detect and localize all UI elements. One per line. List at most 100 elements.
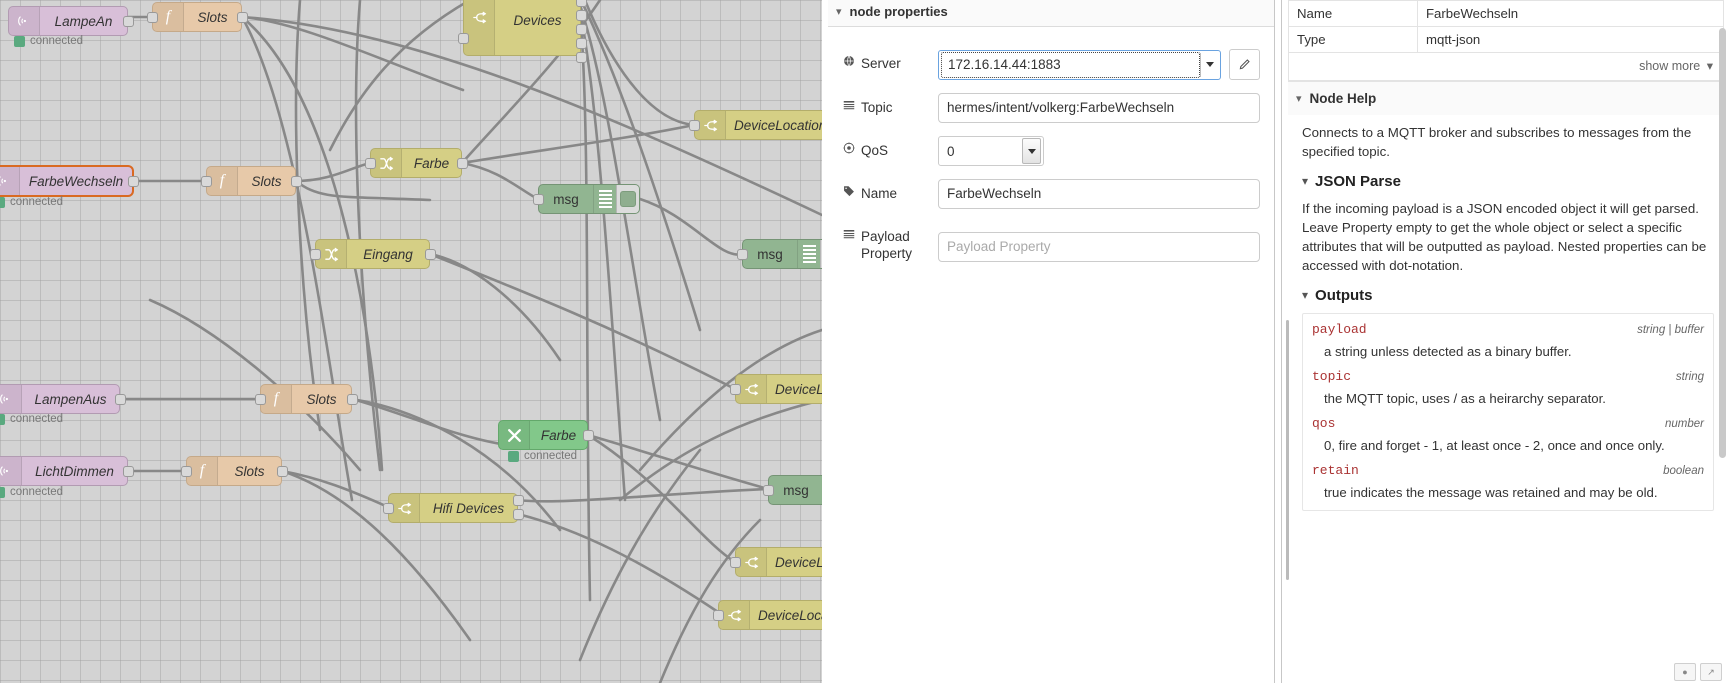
node-farbewechseln[interactable]: FarbeWechseln (0, 166, 133, 196)
list-item: topic string (1312, 367, 1704, 387)
sidebar-scroll-area[interactable]: Name FarbeWechseln Type mqtt-json show m… (1282, 0, 1727, 683)
port-out[interactable] (123, 16, 134, 27)
port-out[interactable] (583, 430, 594, 441)
chevron-down-icon[interactable]: ▾ (836, 5, 842, 18)
port-out[interactable] (457, 158, 468, 169)
edit-form: Server 172.16.14.44:1883 Topic hermes/in… (828, 27, 1274, 262)
port-out[interactable] (425, 249, 436, 260)
show-more-toggle[interactable]: show more ▾ (1288, 53, 1724, 81)
port-out[interactable] (277, 466, 288, 477)
port-in[interactable] (730, 384, 741, 395)
help-inner-scrollbar[interactable] (1286, 320, 1289, 580)
server-value[interactable]: 172.16.14.44:1883 (941, 51, 1200, 78)
port-out-3[interactable] (576, 24, 587, 35)
port-out[interactable] (128, 176, 139, 187)
node-properties-header[interactable]: ▾ node properties (828, 0, 1274, 27)
chevron-down-icon[interactable]: ▾ (1302, 286, 1308, 305)
debug-toggle-button[interactable] (616, 185, 639, 213)
node-slots-4[interactable]: f Slots (186, 456, 282, 486)
payload-property-input[interactable]: Payload Property (938, 232, 1260, 262)
port-in[interactable] (383, 503, 394, 514)
output-type: number (1665, 418, 1704, 430)
node-lichtdimmen[interactable]: LichtDimmen (0, 456, 128, 486)
sidebar-scrollbar[interactable] (1719, 28, 1726, 458)
json-parse-body: If the incoming payload is a JSON encode… (1302, 201, 1707, 273)
port-in[interactable] (147, 12, 158, 23)
port-out-1[interactable] (513, 495, 524, 506)
chevron-down-icon[interactable] (1200, 52, 1218, 77)
node-slots-1[interactable]: f Slots (152, 2, 242, 32)
node-slots-2[interactable]: f Slots (206, 166, 296, 196)
chevron-down-icon[interactable] (1022, 138, 1041, 164)
port-out-4[interactable] (576, 38, 587, 49)
node-devicelocation-1[interactable]: DeviceLocation (694, 110, 822, 140)
port-in[interactable] (763, 485, 774, 496)
node-lampean[interactable]: LampeAn (8, 6, 128, 36)
port-out[interactable] (123, 466, 134, 477)
node-devicelocation-4[interactable]: DeviceLocation (718, 600, 822, 630)
node-devicelocation-3[interactable]: DeviceL (735, 547, 822, 577)
node-eingang[interactable]: Eingang (315, 239, 430, 269)
port-in[interactable] (737, 249, 748, 260)
info-sidebar: Name FarbeWechseln Type mqtt-json show m… (1281, 0, 1727, 683)
node-devices[interactable]: Devices (463, 0, 581, 56)
outputs-header[interactable]: ▾ Outputs (1302, 286, 1714, 305)
payload-property-label: Payload Property (842, 222, 938, 262)
list-icon (842, 99, 855, 116)
debug-icon (797, 240, 820, 268)
node-devicelocation-2[interactable]: DeviceL (735, 374, 822, 404)
name-label: Name (842, 179, 938, 202)
topic-input[interactable]: hermes/intent/volkerg:FarbeWechseln (938, 93, 1260, 123)
chevron-down-icon[interactable]: ▾ (1302, 172, 1308, 191)
qos-value: 0 (947, 143, 955, 159)
expand-icon[interactable]: ↗ (1700, 663, 1722, 681)
port-in[interactable] (255, 394, 266, 405)
node-farbe-switch[interactable]: Farbe (370, 148, 462, 178)
debug-toggle-button[interactable] (820, 240, 822, 268)
port-out[interactable] (237, 12, 248, 23)
field-row-qos: QoS 0 (842, 136, 1260, 166)
port-in[interactable] (201, 176, 212, 187)
port-in[interactable] (310, 249, 321, 260)
port-out-1[interactable] (576, 0, 587, 7)
node-label: LampenAus (34, 391, 107, 407)
show-more-label: show more (1639, 59, 1701, 73)
node-slots-3[interactable]: f Slots (260, 384, 352, 414)
sidebar-footer-buttons: ● ↗ (1674, 663, 1722, 681)
zoom-out-icon[interactable]: ● (1674, 663, 1696, 681)
port-in[interactable] (181, 466, 192, 477)
name-input[interactable]: FarbeWechseln (938, 179, 1260, 209)
output-description: 0, fire and forget - 1, at least once - … (1324, 438, 1665, 453)
json-parse-header[interactable]: ▾ JSON Parse (1302, 172, 1714, 191)
output-description: the MQTT topic, uses / as a heirarchy se… (1324, 391, 1606, 406)
tag-icon (842, 185, 855, 202)
port-out[interactable] (291, 176, 302, 187)
port-in[interactable] (458, 33, 469, 44)
port-in[interactable] (533, 194, 544, 205)
port-out[interactable] (115, 394, 126, 405)
node-hifi-devices[interactable]: Hifi Devices (388, 493, 518, 523)
edit-server-button[interactable] (1229, 49, 1260, 80)
node-farbe-exec[interactable]: Farbe (498, 420, 588, 450)
port-out-2[interactable] (576, 10, 587, 21)
server-select[interactable]: 172.16.14.44:1883 (938, 49, 1221, 80)
flow-canvas[interactable]: LampeAn connected f Slots Devices Device… (0, 0, 822, 683)
port-in[interactable] (713, 610, 724, 621)
node-help-header[interactable]: ▾ Node Help (1288, 81, 1724, 115)
node-debug-1[interactable]: msg (538, 184, 640, 214)
node-lampenaus[interactable]: LampenAus (0, 384, 120, 414)
port-out-5[interactable] (576, 52, 587, 63)
port-in[interactable] (689, 120, 700, 131)
output-name: topic (1312, 369, 1352, 384)
node-debug-3[interactable]: msg (768, 475, 822, 505)
port-in[interactable] (365, 158, 376, 169)
server-control: 172.16.14.44:1883 (938, 49, 1260, 80)
node-label: msg (553, 191, 579, 207)
node-debug-2[interactable]: msg (742, 239, 822, 269)
port-out-2[interactable] (513, 509, 524, 520)
chevron-down-icon[interactable]: ▾ (1296, 92, 1302, 105)
port-in[interactable] (730, 557, 741, 568)
qos-select[interactable]: 0 (938, 136, 1044, 166)
port-out[interactable] (347, 394, 358, 405)
chevron-down-icon[interactable]: ▾ (1707, 59, 1713, 73)
